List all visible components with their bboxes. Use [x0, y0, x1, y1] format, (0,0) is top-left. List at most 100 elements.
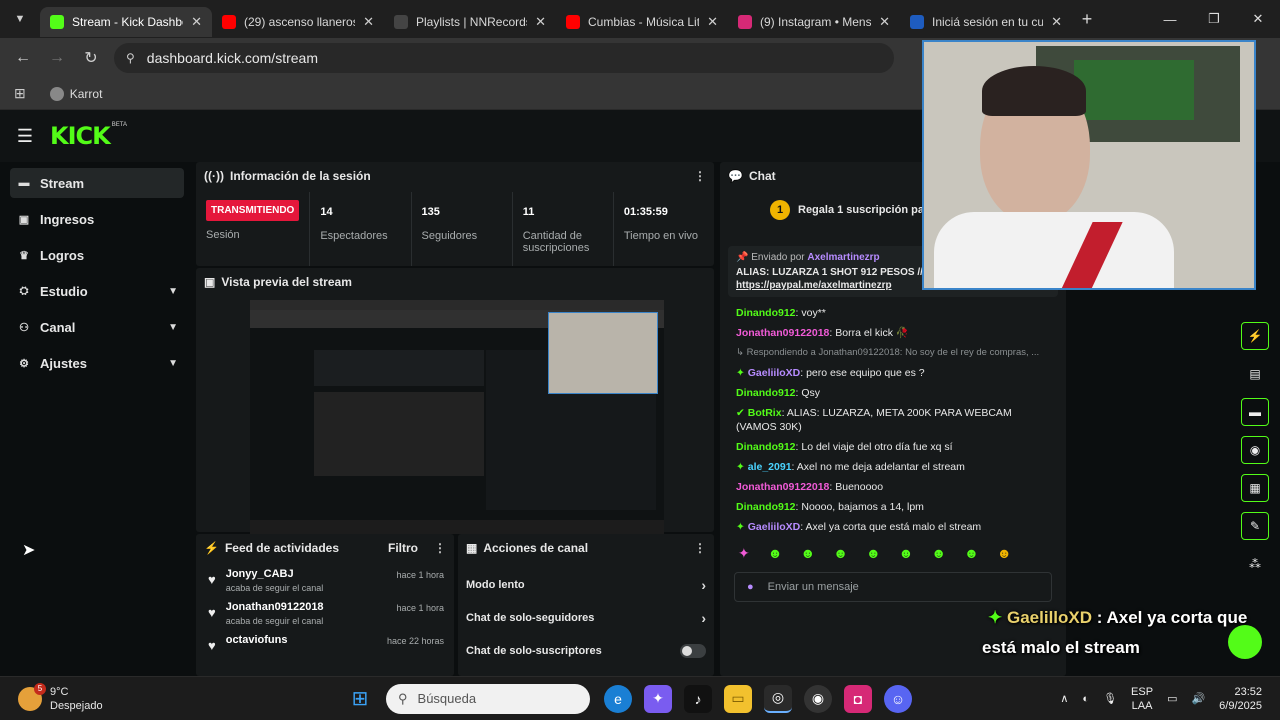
- copilot-icon[interactable]: ✦: [644, 684, 672, 713]
- chat-username[interactable]: GaeliiloXD: [748, 521, 801, 533]
- filter-button[interactable]: Filtro: [388, 541, 418, 555]
- moderation-icon[interactable]: ▦: [1241, 474, 1269, 502]
- channel-action-row[interactable]: Chat de solo-seguidores ›: [458, 601, 714, 634]
- sidebar-item-ajustes[interactable]: ⚙ Ajustes ▼: [10, 348, 184, 378]
- instagram-icon[interactable]: ◘: [844, 684, 872, 713]
- volume-icon[interactable]: 🔊: [1191, 692, 1205, 705]
- more-options-icon[interactable]: ⋮: [434, 541, 446, 555]
- minimize-button[interactable]: —: [1148, 0, 1192, 38]
- clock[interactable]: 23:52 6/9/2025: [1219, 685, 1262, 713]
- chat-message[interactable]: ✔ BotRix: ALIAS: LUZARZA, META 200K PARA…: [720, 403, 1066, 437]
- chat-username[interactable]: BotRix: [748, 407, 782, 419]
- chat-message[interactable]: ✦ GaeliiloXD: pero ese equipo que es ?: [720, 363, 1066, 383]
- browser-tab[interactable]: Iniciá sesión en tu cu ✕: [900, 7, 1072, 37]
- language-indicator[interactable]: ESP LAA: [1131, 685, 1153, 713]
- obs-icon[interactable]: ◉: [804, 684, 832, 713]
- chat-message[interactable]: ✦ GaeliiloXD: Axel ya corta que está mal…: [720, 517, 1066, 537]
- browser-tab[interactable]: (9) Instagram • Mens ✕: [728, 7, 900, 37]
- new-tab-button[interactable]: +: [1072, 9, 1102, 30]
- chat-message[interactable]: Jonathan09122018: Borra el kick 🥀: [720, 323, 1066, 343]
- chat-message[interactable]: Dinando912: Lo del viaje del otro día fu…: [720, 437, 1066, 457]
- chat-message[interactable]: Dinando912: voy**: [720, 303, 1066, 323]
- url-bar[interactable]: ⚲ dashboard.kick.com/stream: [114, 43, 894, 73]
- more-options-icon[interactable]: ⋮: [694, 541, 706, 555]
- emote-icon[interactable]: ☻: [899, 545, 914, 562]
- file-explorer-icon[interactable]: ▭: [724, 684, 752, 713]
- more-tools-icon[interactable]: ⁂: [1241, 550, 1269, 578]
- more-options-icon[interactable]: ⋮: [694, 169, 706, 183]
- emote-icon[interactable]: ☻: [866, 545, 881, 562]
- sidebar-item-estudio[interactable]: ⛭ Estudio ▼: [10, 276, 184, 306]
- chat-message[interactable]: Jonathan09122018: Buenoooo: [720, 477, 1066, 497]
- feed-item[interactable]: ♥ Jonyy_CABJ acaba de seguir el canal ha…: [196, 562, 454, 595]
- browser-tab[interactable]: Cumbias - Música Lit ✕: [556, 7, 728, 37]
- sidebar-item-logros[interactable]: ♛ Logros: [10, 240, 184, 270]
- chat-username[interactable]: Dinando912: [736, 441, 796, 453]
- reload-button[interactable]: ↻: [74, 48, 108, 68]
- emote-icon[interactable]: ☻: [931, 545, 946, 562]
- chat-username[interactable]: Dinando912: [736, 307, 796, 319]
- feed-item[interactable]: ♥ octaviofuns hace 22 horas: [196, 628, 454, 655]
- microphone-icon[interactable]: 🎙: [1103, 692, 1117, 705]
- tab-search-button[interactable]: ▼: [0, 0, 40, 38]
- toggle-switch[interactable]: [680, 643, 706, 658]
- close-window-button[interactable]: ✕: [1236, 0, 1280, 38]
- chat-message[interactable]: ↳ Respondiendo a Jonathan09122018: No so…: [720, 343, 1066, 363]
- close-tab-icon[interactable]: ✕: [191, 14, 202, 30]
- chat-username[interactable]: Jonathan09122018: [736, 327, 829, 339]
- close-tab-icon[interactable]: ✕: [1051, 14, 1062, 30]
- browser-tab[interactable]: Stream - Kick Dashboard ✕: [40, 7, 212, 37]
- wrench-icon[interactable]: ✎: [1241, 512, 1269, 540]
- chevron-up-icon[interactable]: ∧: [1060, 692, 1068, 705]
- channel-action-row[interactable]: Chat de solo-suscriptores: [458, 634, 714, 667]
- close-tab-icon[interactable]: ✕: [707, 14, 718, 30]
- apps-grid-icon[interactable]: ⊞: [14, 85, 26, 102]
- emote-icon[interactable]: ☻: [997, 545, 1012, 562]
- close-tab-icon[interactable]: ✕: [363, 14, 374, 30]
- tiktok-icon[interactable]: ♪: [684, 684, 712, 713]
- emote-icon[interactable]: ✦: [738, 545, 750, 562]
- close-tab-icon[interactable]: ✕: [879, 14, 890, 30]
- back-button[interactable]: ←: [6, 49, 40, 67]
- stream-preview-video[interactable]: [250, 300, 664, 534]
- bookmark-item[interactable]: Karrot: [49, 86, 102, 101]
- chat-username[interactable]: Jonathan09122018: [736, 481, 829, 493]
- microphone-icon[interactable]: ●: [747, 581, 754, 593]
- discord-icon[interactable]: ☺: [884, 684, 912, 713]
- emote-icon[interactable]: ☻: [833, 545, 848, 562]
- close-tab-icon[interactable]: ✕: [535, 14, 546, 30]
- chat-input[interactable]: ● Enviar un mensaje: [734, 572, 1052, 602]
- chat-username[interactable]: GaeliiloXD: [748, 367, 801, 379]
- emote-icon[interactable]: ☻: [964, 545, 979, 562]
- browser-tab[interactable]: (29) ascenso llaneros ✕: [212, 7, 384, 37]
- emote-icon[interactable]: ☻: [768, 545, 783, 562]
- weather-widget[interactable]: 5 9°C Despejado: [0, 682, 340, 713]
- taskbar-search[interactable]: ⚲ Búsqueda: [386, 683, 590, 714]
- chat-message[interactable]: ✦ ale_2091: Axel no me deja adelantar el…: [720, 457, 1066, 477]
- sidebar-item-stream[interactable]: ▬ Stream: [10, 168, 184, 198]
- chat-username[interactable]: Dinando912: [736, 501, 796, 513]
- edge-icon[interactable]: e: [604, 684, 632, 713]
- site-info-icon[interactable]: ⚲: [126, 51, 135, 65]
- sidebar-item-canal[interactable]: ⚇ Canal ▼: [10, 312, 184, 342]
- restore-button[interactable]: ❐: [1192, 0, 1236, 38]
- chat-message[interactable]: Dinando912: Noooo, bajamos a 14, lpm: [720, 497, 1066, 517]
- emote-icon[interactable]: ☻: [800, 545, 815, 562]
- chrome-icon[interactable]: ◎: [764, 684, 792, 713]
- chat-username[interactable]: Dinando912: [736, 387, 796, 399]
- network-icon[interactable]: ▭: [1167, 692, 1177, 705]
- sidebar-item-ingresos[interactable]: ▣ Ingresos: [10, 204, 184, 234]
- hamburger-menu-icon[interactable]: ☰: [0, 126, 50, 147]
- broadcast-tool-icon[interactable]: ◉: [1241, 436, 1269, 464]
- antivirus-icon[interactable]: ◐: [1082, 693, 1089, 705]
- bolt-tool-icon[interactable]: ⚡: [1241, 322, 1269, 350]
- browser-tab[interactable]: Playlists | NNRecords ✕: [384, 7, 556, 37]
- kick-logo[interactable]: KICK BETA: [50, 122, 127, 150]
- notes-icon[interactable]: ▤: [1241, 360, 1269, 388]
- feed-item[interactable]: ♥ Jonathan09122018 acaba de seguir el ca…: [196, 595, 454, 628]
- channel-action-row[interactable]: Modo lento ›: [458, 568, 714, 601]
- chat-username[interactable]: ale_2091: [748, 461, 792, 473]
- chat-tool-icon[interactable]: ▬: [1241, 398, 1269, 426]
- chat-message[interactable]: Dinando912: Qsy: [720, 383, 1066, 403]
- start-button[interactable]: ⊞: [346, 685, 374, 713]
